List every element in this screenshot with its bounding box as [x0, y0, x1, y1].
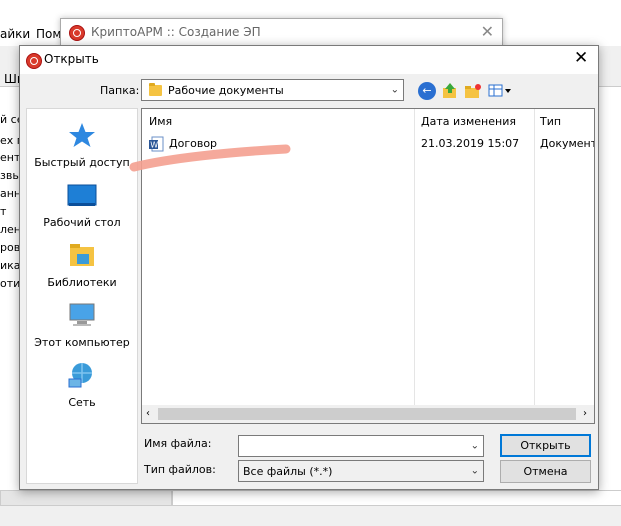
scroll-right-icon[interactable]: ›	[583, 408, 587, 419]
place-desktop[interactable]: Рабочий стол	[27, 177, 137, 229]
sort-ascending-icon: ⌃	[274, 108, 284, 116]
view-menu-button[interactable]	[488, 82, 514, 100]
up-folder-button[interactable]	[441, 82, 459, 100]
place-label: Рабочий стол	[43, 216, 121, 229]
cryptoarm-app-icon	[26, 53, 42, 69]
file-type: Документ	[540, 137, 595, 150]
file-date: 21.03.2019 15:07	[421, 137, 520, 150]
new-folder-icon	[465, 84, 481, 98]
background-menu-help[interactable]: Пом	[36, 27, 61, 41]
folder-icon	[149, 83, 162, 96]
horizontal-scrollbar[interactable]: ‹ ›	[142, 405, 594, 423]
place-label: Библиотеки	[47, 276, 117, 289]
column-divider[interactable]	[534, 109, 535, 405]
libraries-icon	[70, 244, 94, 266]
background-list-item[interactable]: ров	[0, 241, 20, 254]
filetype-select[interactable]: Все файлы (*.*) ⌄	[238, 460, 484, 482]
background-menu-file[interactable]: айки	[0, 27, 30, 41]
background-status-area	[172, 490, 621, 506]
folder-label: Папка:	[100, 84, 140, 97]
place-label: Сеть	[68, 396, 96, 409]
open-file-dialog: Открыть ✕ Папка: Рабочие документы ⌄ ← Б…	[19, 45, 599, 490]
redaction-mark	[129, 144, 291, 172]
dialog-titlebar: Открыть ✕	[20, 46, 598, 74]
close-icon[interactable]: ✕	[574, 48, 588, 68]
dialog-title: Открыть	[44, 52, 99, 66]
window-title: КриптоАРМ :: Создание ЭП	[91, 25, 261, 39]
view-menu-icon	[488, 84, 511, 97]
background-scrollbar[interactable]	[0, 490, 172, 506]
new-folder-button[interactable]	[464, 82, 482, 100]
cryptoarm-window: КриптоАРМ :: Создание ЭП ✕	[60, 18, 503, 48]
column-header-date[interactable]: Дата изменения	[421, 115, 516, 128]
quick-access-icon	[69, 123, 95, 147]
up-folder-icon	[443, 83, 456, 98]
place-libraries[interactable]: Библиотеки	[27, 237, 137, 289]
scrollbar-thumb[interactable]	[158, 408, 576, 420]
filetype-value: Все файлы (*.*)	[243, 465, 333, 478]
folder-select[interactable]: Рабочие документы ⌄	[141, 79, 404, 101]
desktop-icon	[67, 184, 97, 206]
column-header-name[interactable]: Имя	[149, 115, 172, 128]
filename-label: Имя файла:	[144, 437, 212, 450]
open-button[interactable]: Открыть	[500, 434, 591, 457]
column-divider[interactable]	[414, 109, 415, 405]
filetype-label: Тип файлов:	[144, 463, 216, 476]
close-icon[interactable]: ✕	[481, 22, 494, 41]
scroll-left-icon[interactable]: ‹	[146, 408, 150, 419]
cryptoarm-app-icon	[69, 25, 85, 41]
folder-select-value: Рабочие документы	[168, 84, 284, 97]
background-right-pane	[597, 86, 621, 493]
filename-field[interactable]: ⌄	[238, 435, 484, 457]
chevron-down-icon: ⌄	[470, 465, 479, 477]
place-network[interactable]: Сеть	[27, 357, 137, 409]
chevron-down-icon: ⌄	[390, 84, 399, 96]
cancel-button[interactable]: Отмена	[500, 460, 591, 483]
back-button[interactable]: ←	[418, 82, 436, 100]
place-label: Этот компьютер	[34, 336, 130, 349]
place-this-pc[interactable]: Этот компьютер	[27, 297, 137, 349]
this-pc-icon	[69, 303, 95, 326]
chevron-down-icon: ⌄	[470, 440, 479, 452]
network-icon	[68, 363, 92, 388]
background-list-item[interactable]: т	[0, 205, 6, 218]
column-header-type[interactable]: Тип	[540, 115, 561, 128]
